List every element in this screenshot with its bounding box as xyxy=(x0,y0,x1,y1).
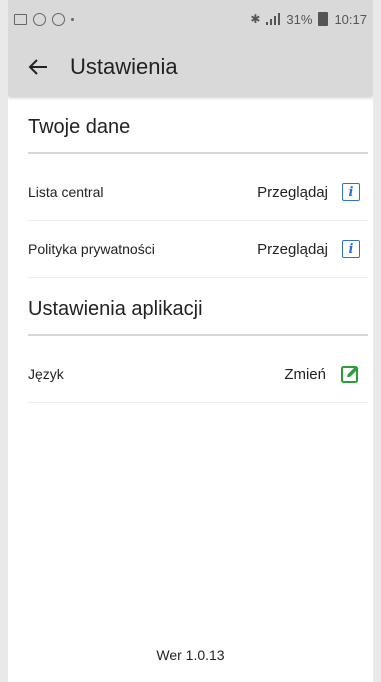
settings-content: Twoje dane Lista central Przeglądaj i Po… xyxy=(28,96,368,403)
section-title-app-settings: Ustawienia aplikacji xyxy=(28,298,203,320)
battery-percent: 31% xyxy=(286,11,313,27)
section-divider xyxy=(28,334,368,336)
app-version: Wer 1.0.13 xyxy=(156,647,225,663)
edit-icon xyxy=(341,366,359,383)
gallery-icon xyxy=(14,13,27,25)
row-action-label: Przeglądaj xyxy=(257,240,328,258)
notification-icon xyxy=(52,12,65,26)
app-bar: Ustawienia xyxy=(8,38,373,96)
arrow-left-icon xyxy=(28,59,47,75)
back-button[interactable] xyxy=(16,45,60,89)
list-item-privacy-policy: Polityka prywatności Przeglądaj i xyxy=(28,221,368,278)
change-language-button[interactable]: Zmień xyxy=(284,364,368,384)
section-title-your-data: Twoje dane xyxy=(28,116,131,138)
row-label: Lista central xyxy=(28,184,104,200)
browse-privacy-policy-button[interactable]: Przeglądaj i xyxy=(257,240,368,258)
section-divider xyxy=(28,152,368,154)
status-bar: ✱ 31% 10:17 xyxy=(8,0,373,38)
battery-icon xyxy=(318,12,329,26)
row-action-label: Przeglądaj xyxy=(257,183,328,201)
list-item-central-list: Lista central Przeglądaj i xyxy=(28,164,368,221)
row-action-label: Zmień xyxy=(284,365,326,383)
status-left xyxy=(14,12,74,26)
list-item-language: Język Zmień xyxy=(28,346,368,403)
notification-icon xyxy=(33,12,46,26)
clock: 10:17 xyxy=(334,11,367,27)
bluetooth-icon: ✱ xyxy=(250,12,261,26)
row-label: Polityka prywatności xyxy=(28,241,155,257)
page-title: Ustawienia xyxy=(70,54,178,79)
browse-central-list-button[interactable]: Przeglądaj i xyxy=(257,183,368,201)
info-icon: i xyxy=(342,183,360,201)
signal-icon xyxy=(266,13,281,25)
row-label: Język xyxy=(28,366,64,382)
info-icon: i xyxy=(342,240,360,258)
status-right: ✱ 31% 10:17 xyxy=(250,12,367,27)
more-notifications-icon xyxy=(71,17,74,21)
